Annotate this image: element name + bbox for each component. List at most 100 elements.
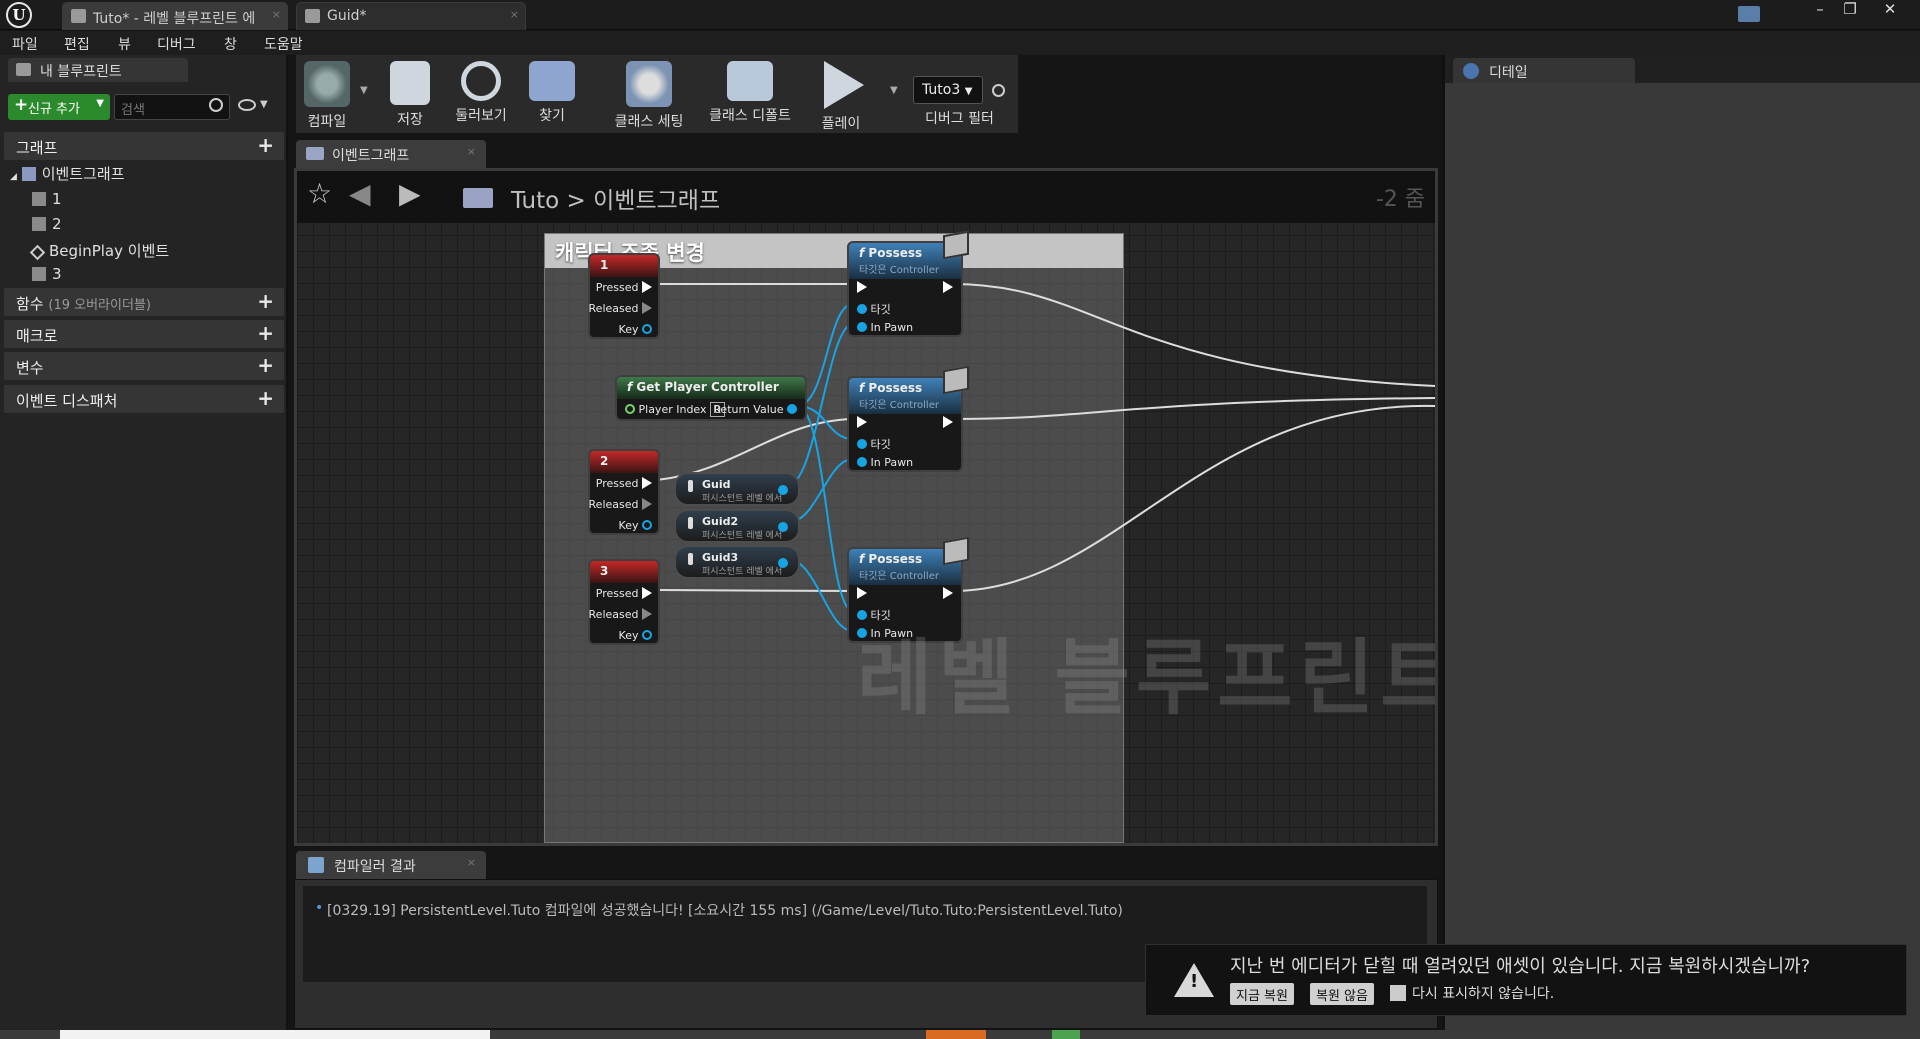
exec-out-pin[interactable] bbox=[642, 587, 652, 599]
menu-window[interactable]: 창 bbox=[224, 34, 237, 54]
document-tab-tuto[interactable]: Tuto* - 레벨 블루프린트 에 × bbox=[62, 2, 288, 30]
restore-button[interactable]: ❐ bbox=[1836, 0, 1864, 20]
exec-in-pin[interactable] bbox=[857, 281, 867, 293]
key-event-node-3[interactable]: 3 Pressed Released Key bbox=[588, 559, 660, 645]
player-index-pin[interactable] bbox=[625, 404, 635, 414]
exec-out-pin[interactable] bbox=[642, 281, 652, 293]
dont-restore-button[interactable]: 복원 않음 bbox=[1310, 983, 1374, 1005]
breadcrumb-root[interactable]: Tuto bbox=[511, 188, 559, 214]
add-new-button[interactable]: + 신규 추가 ▼ bbox=[8, 94, 110, 120]
section-variables[interactable]: 변수 + bbox=[4, 352, 284, 380]
tree-event-graph[interactable]: ◢ 이벤트그래프 bbox=[10, 163, 125, 184]
section-macros[interactable]: 매크로 + bbox=[4, 320, 284, 348]
variable-out-pin[interactable] bbox=[778, 558, 788, 568]
minimize-button[interactable]: – bbox=[1806, 0, 1834, 20]
tab-close-icon[interactable]: × bbox=[272, 8, 281, 21]
add-dispatcher-icon[interactable]: + bbox=[257, 386, 274, 410]
exec-out-pin[interactable] bbox=[642, 477, 652, 489]
tab-close-icon[interactable]: × bbox=[467, 145, 476, 158]
possess-node-2[interactable]: f Possess 타깃은 Controller 타깃 In Pawn bbox=[847, 365, 969, 472]
menu-file[interactable]: 파일 bbox=[12, 34, 38, 54]
play-options-chevron-icon[interactable]: ▼ bbox=[890, 85, 898, 96]
compile-options-chevron-icon[interactable]: ▼ bbox=[360, 85, 368, 96]
key-event-node-1[interactable]: 1 Pressed Released Key bbox=[588, 253, 660, 339]
document-tab-guid[interactable]: Guid* × bbox=[296, 2, 526, 30]
menu-edit[interactable]: 편집 bbox=[64, 34, 90, 54]
add-graph-icon[interactable]: + bbox=[257, 133, 274, 157]
in-pawn-pin[interactable] bbox=[857, 322, 867, 332]
close-button[interactable]: ✕ bbox=[1876, 0, 1904, 20]
exec-out-pin[interactable] bbox=[943, 281, 953, 293]
tree-item-1[interactable]: 1 bbox=[32, 190, 62, 208]
key-event-node-2[interactable]: 2 Pressed Released Key bbox=[588, 449, 660, 535]
variable-out-pin[interactable] bbox=[778, 522, 788, 532]
key-struct-pin[interactable] bbox=[642, 324, 652, 334]
key-struct-pin[interactable] bbox=[642, 630, 652, 640]
my-blueprint-tab[interactable]: 내 블루프린트 bbox=[8, 58, 188, 82]
exec-out-pin[interactable] bbox=[943, 416, 953, 428]
tab-close-icon[interactable]: × bbox=[510, 8, 519, 21]
chevron-down-icon[interactable]: ▼ bbox=[260, 99, 268, 110]
get-player-controller-node[interactable]: f Get Player Controller Player Index 0 R… bbox=[615, 375, 807, 421]
back-arrow-icon[interactable]: ◀ bbox=[349, 177, 371, 210]
exec-out-pin[interactable] bbox=[642, 498, 652, 510]
exec-out-pin[interactable] bbox=[642, 608, 652, 620]
target-pin[interactable] bbox=[857, 304, 867, 314]
find-button[interactable]: 찾기 bbox=[522, 55, 582, 133]
add-variable-icon[interactable]: + bbox=[257, 353, 274, 377]
return-value-pin[interactable] bbox=[787, 404, 797, 414]
my-blueprint-tab-label: 내 블루프린트 bbox=[40, 64, 122, 80]
class-settings-button[interactable]: 클래스 세팅 bbox=[608, 55, 690, 133]
tutorial-hat-icon[interactable] bbox=[1738, 6, 1760, 22]
guid2-variable-node[interactable]: Guid2 퍼시스턴트 레벨 에서 bbox=[674, 509, 800, 543]
dont-show-again-checkbox[interactable] bbox=[1390, 985, 1406, 1001]
section-event-dispatchers[interactable]: 이벤트 디스패처 + bbox=[4, 385, 284, 413]
event-diamond-icon bbox=[29, 244, 46, 261]
search-input[interactable]: 검색 bbox=[114, 94, 230, 120]
menu-view[interactable]: 뷰 bbox=[118, 34, 131, 54]
menu-debug[interactable]: 디버그 bbox=[157, 34, 196, 54]
restore-now-button[interactable]: 지금 복원 bbox=[1230, 983, 1294, 1005]
forward-arrow-icon[interactable]: ▶ bbox=[399, 177, 421, 210]
compile-button[interactable]: 컴파일 bbox=[296, 55, 358, 133]
taskbar-search[interactable] bbox=[60, 1030, 490, 1039]
tab-event-graph[interactable]: 이벤트그래프 × bbox=[296, 140, 486, 168]
class-defaults-checklist-icon bbox=[727, 61, 773, 101]
tree-item-2[interactable]: 2 bbox=[32, 215, 62, 233]
add-function-icon[interactable]: + bbox=[257, 289, 274, 313]
taskbar-app-icon[interactable] bbox=[1052, 1030, 1080, 1039]
target-pin[interactable] bbox=[857, 439, 867, 449]
favorite-star-icon[interactable]: ☆ bbox=[307, 177, 332, 210]
save-button[interactable]: 저장 bbox=[380, 55, 440, 133]
browse-button[interactable]: 둘러보기 bbox=[446, 55, 516, 133]
tab-details[interactable]: 디테일 bbox=[1453, 58, 1635, 83]
guid-variable-node[interactable]: Guid 퍼시스턴트 레벨 에서 bbox=[674, 472, 800, 506]
play-button[interactable]: 플레이 bbox=[806, 55, 876, 133]
debug-object-select[interactable]: Tuto3 ▼ bbox=[913, 76, 983, 104]
section-graphs[interactable]: 그래프 + bbox=[4, 132, 284, 160]
possess-node-1[interactable]: f Possess 타깃은 Controller 타깃 In Pawn bbox=[847, 230, 969, 337]
exec-out-pin[interactable] bbox=[943, 587, 953, 599]
guid3-variable-node[interactable]: Guid3 퍼시스턴트 레벨 에서 bbox=[674, 545, 800, 579]
debug-search-icon[interactable] bbox=[992, 84, 1005, 97]
tab-compiler-results[interactable]: 컴파일러 결과 × bbox=[296, 851, 486, 879]
class-defaults-button[interactable]: 클래스 디폴트 bbox=[702, 55, 798, 133]
compile-label: 컴파일 bbox=[307, 114, 347, 130]
graph-editor-canvas[interactable]: 캐릭터 조종 변경 1 Pressed Released Key 2 Press… bbox=[294, 168, 1438, 846]
view-options-eye-icon[interactable] bbox=[238, 99, 256, 111]
expand-arrow-icon[interactable]: ◢ bbox=[10, 172, 17, 182]
add-macro-icon[interactable]: + bbox=[257, 321, 274, 345]
key-struct-pin[interactable] bbox=[642, 520, 652, 530]
menu-help[interactable]: 도움말 bbox=[264, 34, 303, 54]
tab-close-icon[interactable]: × bbox=[467, 856, 476, 869]
variable-out-pin[interactable] bbox=[778, 485, 788, 495]
in-pawn-pin[interactable] bbox=[857, 457, 867, 467]
exec-in-pin[interactable] bbox=[857, 416, 867, 428]
exec-in-pin[interactable] bbox=[857, 587, 867, 599]
taskbar-app-icon[interactable] bbox=[926, 1030, 986, 1039]
tree-item-beginplay[interactable]: BeginPlay 이벤트 bbox=[29, 240, 169, 261]
section-functions[interactable]: 함수 (19 오버라이더블) + bbox=[4, 288, 284, 316]
tree-item-3[interactable]: 3 bbox=[32, 265, 62, 283]
compiler-log-line[interactable]: [0329.19] PersistentLevel.Tuto 컴파일에 성공했습… bbox=[327, 903, 1123, 919]
exec-out-pin[interactable] bbox=[642, 302, 652, 314]
